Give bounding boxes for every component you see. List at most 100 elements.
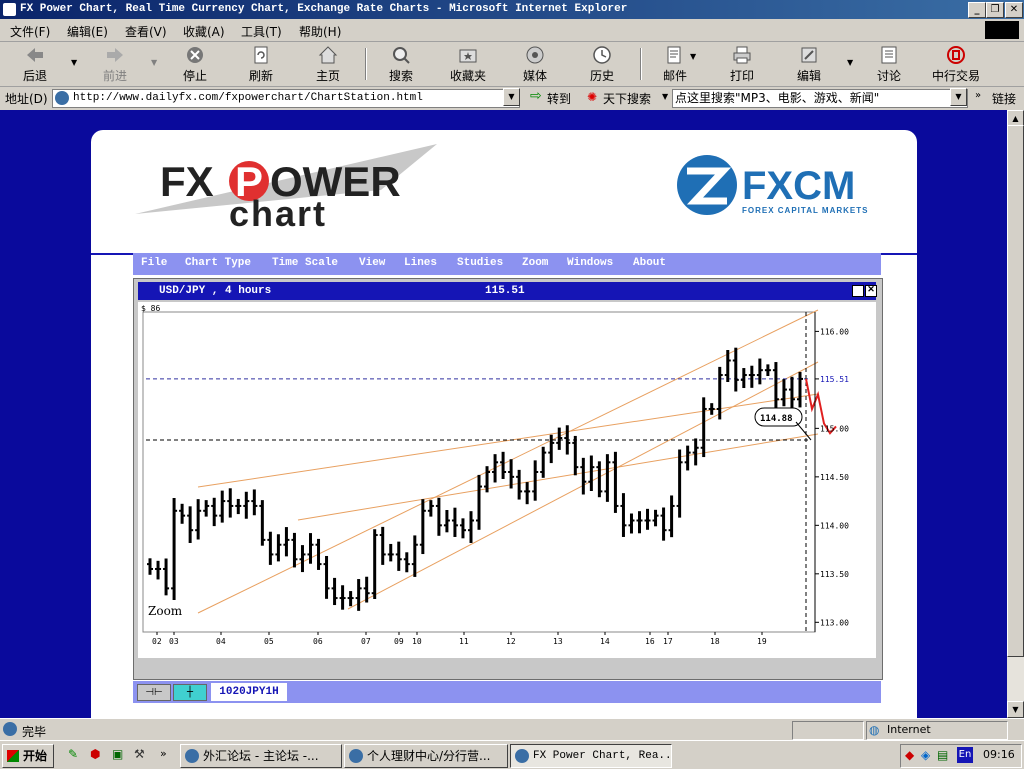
quicklaunch-more-icon[interactable]: » (160, 747, 167, 760)
app-menu-studies[interactable]: Studies (457, 257, 503, 269)
x-tick-label: 14 (600, 637, 610, 646)
mail-dropdown-icon[interactable]: ▼ (690, 52, 696, 61)
windows-logo-icon (985, 21, 1019, 39)
search-button[interactable]: 搜索 (374, 45, 428, 85)
ie-task-icon (515, 749, 529, 763)
tray-network-icon[interactable]: ◈ (921, 748, 930, 762)
search-dropdown-icon[interactable]: ▼ (950, 88, 967, 106)
discuss-icon (881, 46, 897, 64)
tray-app-icon[interactable]: ◆ (905, 748, 914, 762)
menu-file[interactable]: 文件(F) (10, 23, 50, 40)
scroll-left-button[interactable]: ⊣⊢ (137, 684, 171, 701)
back-button[interactable]: 后退 (8, 45, 62, 85)
quicklaunch-desktop-icon[interactable]: ▣ (112, 747, 123, 761)
chart-window-restore-icon[interactable] (852, 285, 864, 297)
crosshair-button[interactable]: ┼ (173, 684, 207, 701)
y-tick-label: 115.00 (820, 424, 849, 433)
go-button[interactable]: 转到 (547, 90, 571, 107)
media-icon (526, 46, 544, 64)
quicklaunch-edit-icon[interactable]: ✎ (68, 747, 78, 761)
forward-arrow-icon (107, 48, 123, 62)
logo-fx-text: FX (160, 158, 214, 205)
start-button[interactable]: 开始 (2, 744, 54, 768)
forward-button[interactable]: 前进 (88, 45, 142, 85)
back-dropdown-icon[interactable]: ▼ (71, 58, 77, 67)
minimize-button[interactable]: _ (968, 2, 986, 18)
chart-tab[interactable]: 1020JPY1H (211, 683, 287, 701)
app-menu-windows[interactable]: Windows (567, 257, 613, 269)
app-menu-view[interactable]: View (359, 257, 385, 269)
edit-dropdown-icon[interactable]: ▼ (847, 58, 853, 67)
clock: 09:16 (983, 748, 1015, 761)
address-input[interactable]: http://www.dailyfx.com/fxpowerchart/Char… (52, 89, 520, 108)
task-button-finance[interactable]: 个人理财中心/分行营... (344, 744, 508, 768)
print-button[interactable]: 打印 (715, 45, 769, 85)
web-search-input[interactable]: 点这里搜索"MP3、电影、游戏、新闻" (672, 89, 968, 108)
chart-window-close-icon[interactable]: ✕ (865, 285, 877, 297)
address-dropdown-icon[interactable]: ▼ (503, 88, 520, 106)
toolbar: 后退 ▼ 前进 ▼ 停止 刷新 主页 搜索 收藏夹 媒体 历史 邮件 ▼ 打印 … (0, 42, 1024, 87)
bank-trade-button[interactable]: 中行交易 (926, 45, 986, 85)
tray-monitor-icon[interactable]: ▤ (937, 748, 948, 762)
search-provider-dropdown-icon[interactable]: ▼ (662, 92, 668, 101)
menu-tools[interactable]: 工具(T) (241, 23, 282, 40)
favorites-button[interactable]: 收藏夹 (441, 45, 495, 85)
history-button[interactable]: 历史 (575, 45, 629, 85)
stop-icon (187, 47, 203, 63)
edit-button[interactable]: 编辑 (782, 45, 836, 85)
ohlc-chart[interactable]: $ 86 113.00 113.50 114.00 114.50 115.00 115.5… (138, 302, 876, 658)
app-menu-file[interactable]: File (141, 257, 167, 269)
address-url: http://www.dailyfx.com/fxpowerchart/Char… (73, 92, 423, 104)
x-tick-label: 05 (264, 637, 274, 646)
menu-help[interactable]: 帮助(H) (299, 23, 341, 40)
links-button[interactable]: 链接 (992, 90, 1016, 107)
system-tray: ◆ ◈ ▤ En 09:16 (900, 744, 1022, 768)
y-tick-label: 115.51 (820, 375, 849, 384)
x-tick-label: 17 (663, 637, 673, 646)
mail-button[interactable]: 邮件 (648, 45, 702, 85)
scroll-down-icon[interactable]: ▼ (1007, 701, 1024, 718)
x-tick-label: 07 (361, 637, 371, 646)
menu-bar: 文件(F) 编辑(E) 查看(V) 收藏(A) 工具(T) 帮助(H) (0, 19, 1024, 42)
fxcm-text: FXCM (742, 164, 855, 208)
app-menu-lines[interactable]: Lines (404, 257, 437, 269)
ie-task-icon (349, 749, 363, 763)
menu-favorites[interactable]: 收藏(A) (183, 23, 225, 40)
back-arrow-icon (27, 48, 43, 62)
discuss-button[interactable]: 讨论 (862, 45, 916, 85)
app-menu-about[interactable]: About (633, 257, 666, 269)
maximize-button[interactable]: ❐ (986, 2, 1004, 18)
links-chevron-icon[interactable]: » (975, 90, 981, 101)
ime-indicator[interactable]: En (957, 747, 973, 763)
status-zone-panel: ◍ Internet (866, 721, 1008, 740)
y-tick-label: 114.50 (820, 473, 849, 482)
forward-dropdown-icon[interactable]: ▼ (151, 58, 157, 67)
refresh-button[interactable]: 刷新 (234, 45, 288, 85)
fx-power-chart-logo: FX P OWER chart (135, 144, 437, 230)
task-button-fxpower[interactable]: FX Power Chart, Rea... (510, 744, 672, 768)
menu-edit[interactable]: 编辑(E) (67, 23, 108, 40)
y-tick-label: 113.00 (820, 618, 849, 627)
app-menu-time-scale[interactable]: Time Scale (272, 257, 338, 269)
app-menu-zoom[interactable]: Zoom (522, 257, 548, 269)
scroll-thumb[interactable] (1007, 125, 1024, 657)
taskbar: 开始 ✎ ⬢ ▣ ⚒ » 外汇论坛 - 主论坛 -... 个人理财中心/分行营.… (0, 740, 1024, 769)
go-arrow-icon[interactable]: ⇨ (530, 88, 544, 105)
quicklaunch-app-icon[interactable]: ⬢ (90, 747, 100, 761)
stop-button[interactable]: 停止 (168, 45, 222, 85)
app-menu-chart-type[interactable]: Chart Type (185, 257, 251, 269)
x-tick-label: 03 (169, 637, 179, 646)
home-button[interactable]: 主页 (301, 45, 355, 85)
sun-icon: ✺ (587, 90, 598, 104)
media-button[interactable]: 媒体 (508, 45, 562, 85)
status-bar: 完毕 ◍ Internet (0, 718, 1024, 741)
status-zone: Internet (887, 723, 931, 736)
close-button[interactable]: ✕ (1005, 2, 1023, 18)
favorites-folder-icon (459, 49, 477, 63)
status-text: 完毕 (22, 725, 47, 739)
quicklaunch-tool-icon[interactable]: ⚒ (134, 747, 145, 761)
menu-view[interactable]: 查看(V) (125, 23, 167, 40)
search-provider-label[interactable]: 天下搜索 (603, 90, 651, 107)
task-button-forum[interactable]: 外汇论坛 - 主论坛 -... (180, 744, 342, 768)
vertical-scrollbar[interactable]: ▲ ▼ (1007, 110, 1024, 718)
